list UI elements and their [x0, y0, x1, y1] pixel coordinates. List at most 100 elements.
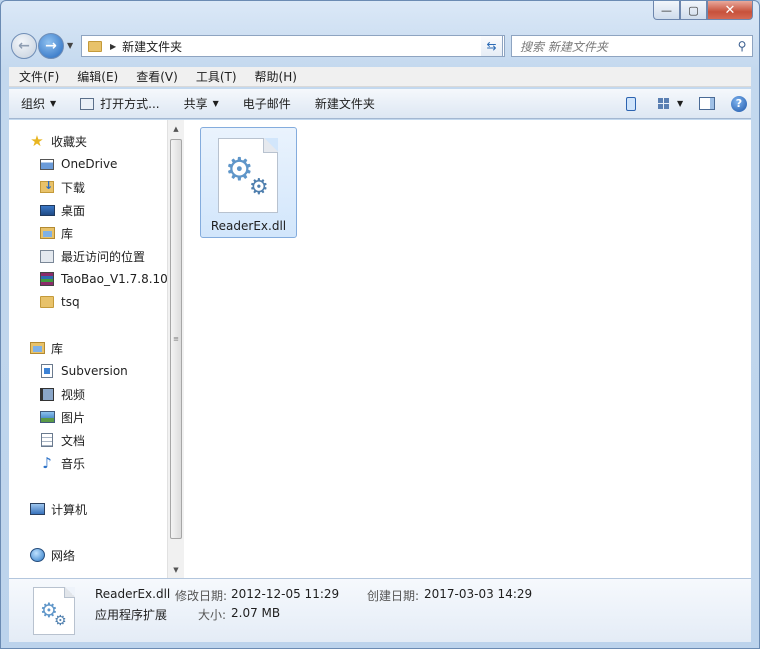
preview-pane-icon: [699, 97, 715, 110]
file-item[interactable]: ⚙ ⚙ ReaderEx.dll: [200, 127, 297, 238]
scroll-up-icon[interactable]: ▲: [168, 120, 184, 137]
subversion-icon: [39, 363, 55, 379]
content-area: ★ 收藏夹 OneDrive 下载 桌面 库: [9, 120, 751, 578]
recent-pages-dropdown[interactable]: ▼: [67, 41, 73, 50]
nav-label: 计算机: [51, 502, 88, 517]
nav-network[interactable]: 网络: [29, 545, 75, 565]
preview-pane-button[interactable]: [695, 93, 719, 115]
share-label: 共享: [183, 97, 208, 111]
nav-item-recent-places[interactable]: 最近访问的位置: [39, 246, 145, 266]
close-button[interactable]: ✕: [707, 1, 753, 20]
nav-item-taobao[interactable]: TaoBao_V1.7.8.10_: [39, 269, 167, 289]
search-input[interactable]: 搜索 新建文件夹: [512, 38, 732, 55]
details-pane: ⚙ ⚙ ReaderEx.dll 应用程序扩展 修改日期: 2012-12-05…: [9, 578, 751, 642]
nav-item-documents[interactable]: 文档: [39, 430, 85, 450]
forward-button[interactable]: →: [38, 33, 64, 59]
star-icon: ★: [30, 132, 44, 150]
nav-label: TaoBao_V1.7.8.10_: [61, 272, 167, 286]
organize-button[interactable]: 组织 ▼: [9, 89, 68, 118]
folder-icon: [39, 294, 55, 310]
minimize-button[interactable]: —: [653, 1, 680, 20]
search-box[interactable]: 搜索 新建文件夹 ⚲: [511, 35, 753, 57]
nav-label: 文档: [61, 433, 86, 448]
open-with-button[interactable]: 打开方式...: [68, 89, 171, 118]
change-view-button[interactable]: [651, 93, 675, 115]
library-icon: [29, 340, 45, 356]
help-button[interactable]: ?: [727, 93, 751, 115]
nav-label: 库: [61, 226, 74, 241]
nav-label: 音乐: [61, 456, 86, 471]
search-icon[interactable]: ⚲: [732, 39, 752, 53]
back-arrow-icon: ←: [18, 38, 30, 54]
chevron-down-icon: ▼: [212, 99, 219, 108]
menu-help[interactable]: 帮助(H): [245, 68, 305, 85]
scroll-thumb[interactable]: ≡: [170, 139, 182, 539]
desktop-icon: [39, 202, 55, 218]
nav-label: 图片: [61, 410, 86, 425]
nav-label: 库: [51, 341, 64, 356]
menu-tools[interactable]: 工具(T): [186, 68, 245, 85]
more-views-dropdown-icon[interactable]: ▼: [677, 99, 687, 108]
detail-modified-value: 2012-12-05 11:29: [231, 587, 340, 601]
nav-favorites[interactable]: ★ 收藏夹: [29, 131, 87, 151]
network-icon: [29, 547, 45, 563]
onedrive-icon: [39, 156, 55, 172]
device-button[interactable]: [619, 93, 643, 115]
file-list: ⚙ ⚙ ReaderEx.dll: [185, 120, 751, 578]
music-note-icon: ♪: [42, 454, 52, 472]
video-icon: [39, 386, 55, 402]
folder-icon: [88, 40, 102, 52]
view-controls: ▼ ?: [611, 89, 751, 118]
share-button[interactable]: 共享 ▼: [172, 89, 231, 118]
nav-item-tsq[interactable]: tsq: [39, 292, 80, 312]
scroll-down-icon[interactable]: ▼: [168, 561, 184, 578]
menu-edit[interactable]: 编辑(E): [67, 68, 126, 85]
maximize-button[interactable]: ▢: [680, 1, 707, 20]
new-folder-button[interactable]: 新建文件夹: [303, 89, 387, 118]
new-folder-label: 新建文件夹: [314, 97, 375, 111]
address-bar[interactable]: ▶ 新建文件夹 ▼: [81, 35, 505, 57]
breadcrumb-chevron-icon[interactable]: ▶: [110, 42, 116, 51]
nav-item-pictures[interactable]: 图片: [39, 407, 85, 427]
menu-view[interactable]: 查看(V): [126, 68, 186, 85]
detail-modified-label: 修改日期:: [175, 589, 228, 603]
breadcrumb-current[interactable]: 新建文件夹: [122, 38, 488, 55]
nav-libraries[interactable]: 库: [29, 338, 63, 358]
menu-bar: 文件(F) 编辑(E) 查看(V) 工具(T) 帮助(H): [9, 67, 751, 87]
nav-item-onedrive[interactable]: OneDrive: [39, 154, 117, 174]
email-button[interactable]: 电子邮件: [231, 89, 303, 118]
nav-label: 下载: [61, 180, 86, 195]
file-name: ReaderEx.dll: [210, 219, 287, 233]
nav-item-music[interactable]: ♪ 音乐: [39, 453, 85, 473]
chevron-down-icon: ▼: [50, 99, 57, 108]
navigation-pane: ★ 收藏夹 OneDrive 下载 桌面 库: [9, 120, 184, 578]
email-label: 电子邮件: [242, 97, 291, 111]
nav-scrollbar[interactable]: ▲ ≡ ▼: [167, 120, 184, 578]
gear-icon: ⚙: [54, 613, 67, 629]
open-with-icon: [80, 97, 95, 110]
downloads-folder-icon: [39, 179, 55, 195]
nav-item-desktop[interactable]: 桌面: [39, 200, 85, 220]
back-button[interactable]: ←: [11, 33, 37, 59]
nav-item-subversion[interactable]: Subversion: [39, 361, 128, 381]
nav-item-videos[interactable]: 视频: [39, 384, 85, 404]
nav-label: 桌面: [61, 203, 86, 218]
detail-file-name: ReaderEx.dll: [95, 587, 171, 601]
nav-computer[interactable]: 计算机: [29, 499, 87, 519]
nav-label: 收藏夹: [51, 134, 88, 149]
window-frame: — ▢ ✕ ← → ▼ ▶ 新建文件夹 ▼ ⇆ 搜索 新建文件夹 ⚲ 文件(F)…: [0, 0, 760, 649]
open-with-label: 打开方式...: [100, 97, 160, 111]
nav-label: Subversion: [61, 364, 128, 378]
archive-icon: [39, 271, 55, 287]
refresh-button[interactable]: ⇆: [481, 35, 503, 57]
detail-created-value: 2017-03-03 14:29: [424, 587, 533, 601]
command-bar: 组织 ▼ 打开方式... 共享 ▼ 电子邮件 新建文件夹 ▼ ?: [9, 89, 751, 119]
nav-item-library-shortcut[interactable]: 库: [39, 223, 73, 243]
nav-label: tsq: [61, 295, 80, 309]
dll-gear-icon: ⚙ ⚙: [218, 138, 278, 213]
nav-item-downloads[interactable]: 下载: [39, 177, 85, 197]
menu-file[interactable]: 文件(F): [9, 68, 67, 85]
organize-label: 组织: [21, 97, 46, 111]
device-icon: [626, 96, 636, 111]
help-icon: ?: [731, 95, 747, 112]
